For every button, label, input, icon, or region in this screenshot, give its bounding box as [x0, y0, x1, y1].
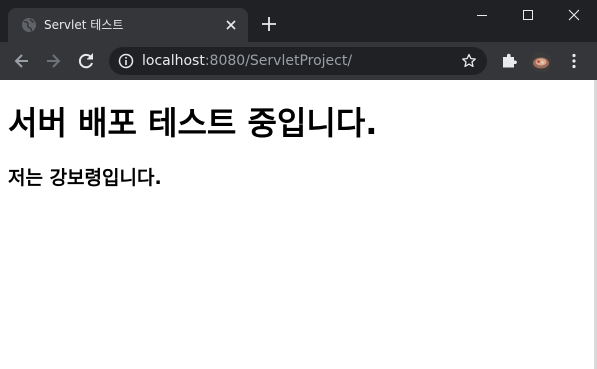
- more-menu-icon[interactable]: [564, 51, 584, 71]
- globe-icon: [22, 18, 36, 32]
- maximize-icon[interactable]: [505, 0, 551, 30]
- close-icon[interactable]: [223, 17, 239, 33]
- tab-servlet[interactable]: Servlet 테스트: [8, 8, 248, 42]
- page-subheading: 저는 강보령입니다.: [8, 167, 162, 189]
- page-heading: 서버 배포 테스트 중입니다.: [8, 104, 378, 142]
- back-arrow-icon[interactable]: [12, 51, 32, 71]
- extensions-puzzle-icon[interactable]: [499, 51, 519, 71]
- info-icon[interactable]: [118, 53, 134, 69]
- minimize-icon[interactable]: [459, 0, 505, 30]
- profile-avatar[interactable]: [530, 51, 552, 73]
- tab-title: Servlet 테스트: [44, 18, 124, 32]
- bookmark-star-icon[interactable]: [461, 53, 477, 69]
- url-host: localhost: [142, 53, 205, 69]
- url-text[interactable]: localhost:8080/ServletProject/: [142, 53, 352, 69]
- toolbar: localhost:8080/ServletProject/: [0, 42, 597, 80]
- page-viewport: 서버 배포 테스트 중입니다. 저는 강보령입니다.: [0, 80, 594, 369]
- address-bar[interactable]: localhost:8080/ServletProject/: [109, 47, 487, 75]
- url-path: :8080/ServletProject/: [204, 53, 353, 69]
- browser-window: Servlet 테스트 localhost:8080/ServletProjec…: [0, 0, 597, 369]
- tab-strip: Servlet 테스트: [0, 0, 597, 42]
- new-tab-icon[interactable]: [259, 14, 279, 34]
- forward-arrow-icon[interactable]: [43, 51, 63, 71]
- reload-icon[interactable]: [76, 51, 96, 71]
- avatar-image: [530, 51, 552, 73]
- window-close-icon[interactable]: [551, 0, 597, 30]
